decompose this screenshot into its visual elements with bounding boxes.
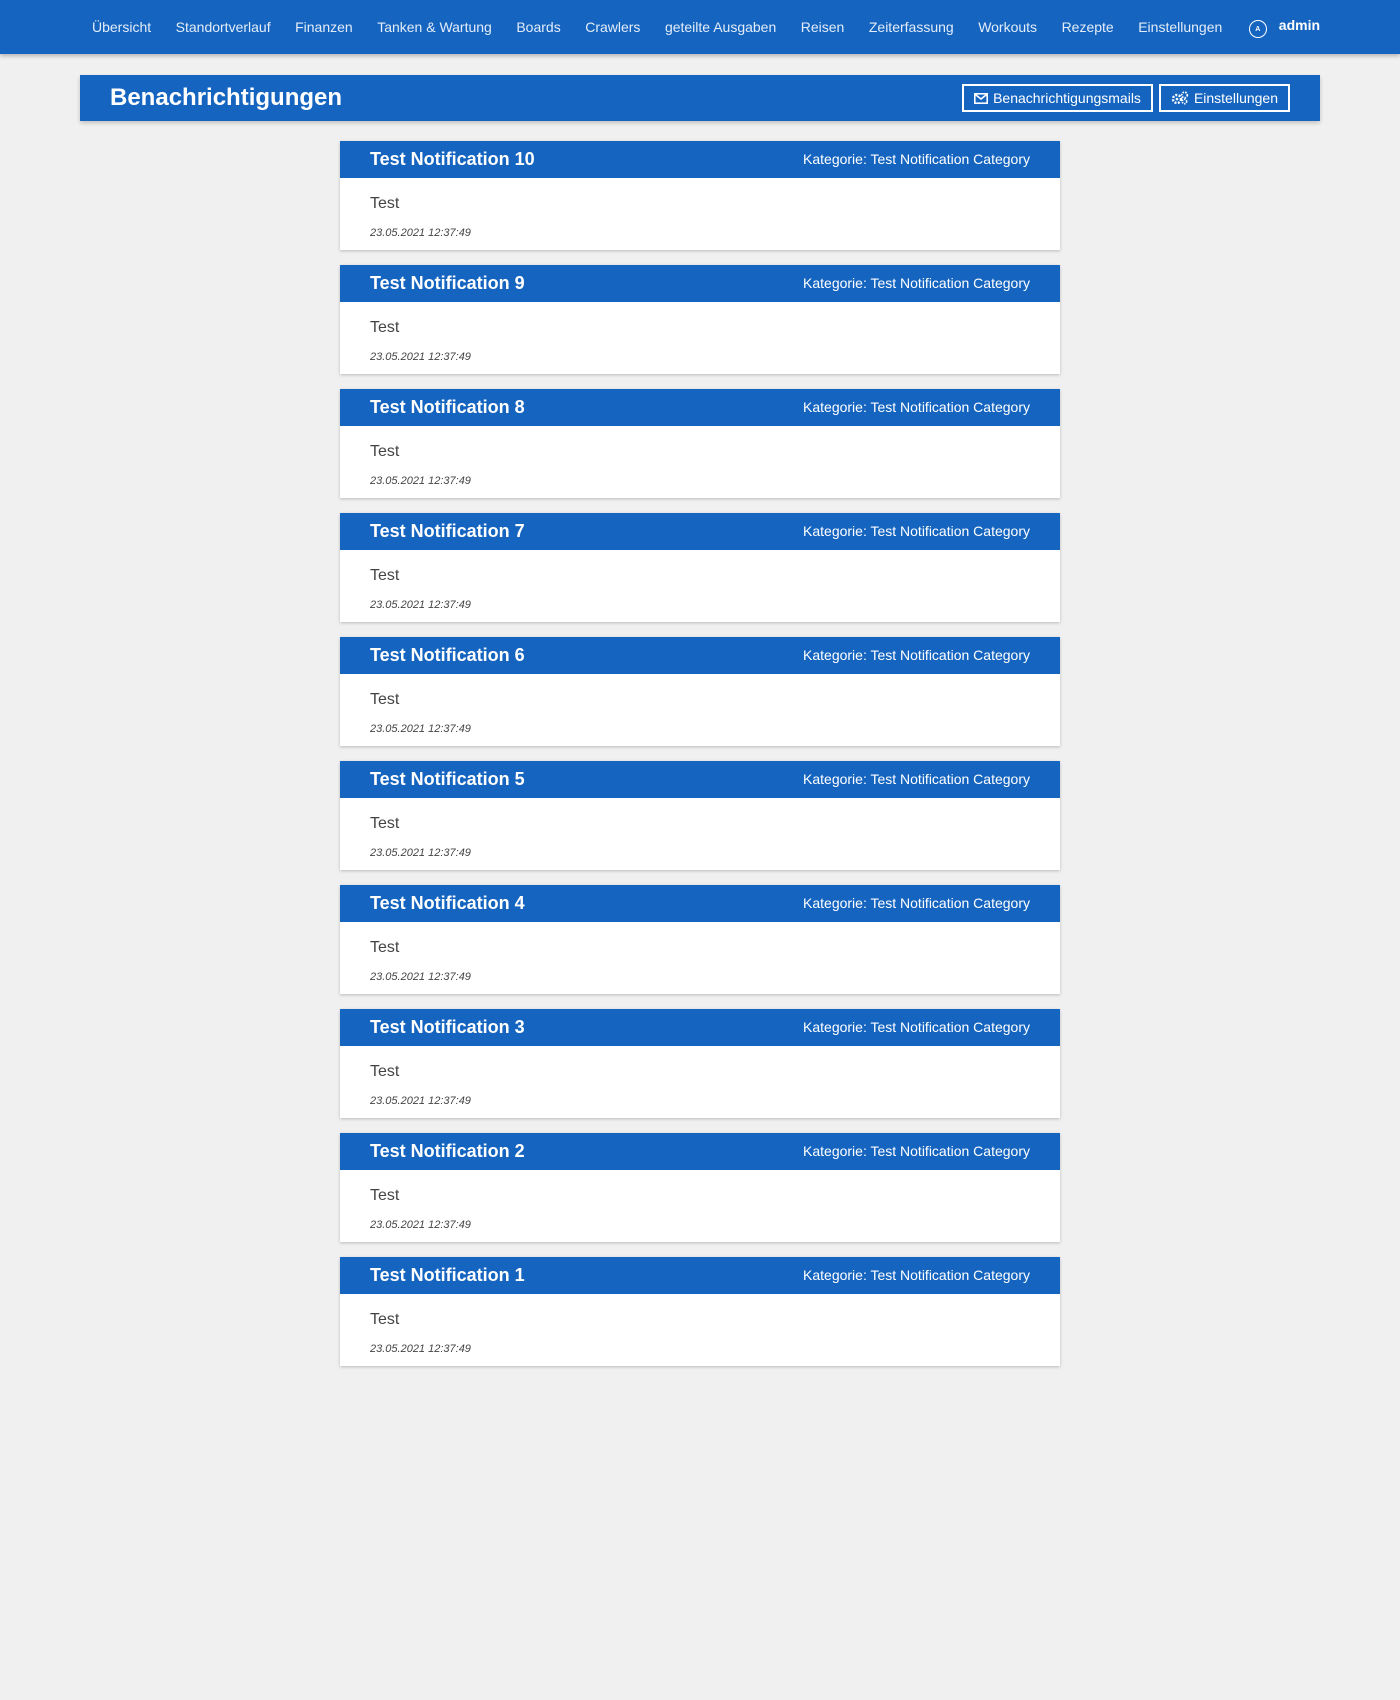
notification-category: Kategorie: Test Notification Category (803, 275, 1030, 291)
notification-title: Test Notification 7 (370, 521, 525, 541)
notification-header: Test Notification 1 Kategorie: Test Noti… (340, 1257, 1060, 1294)
user-circle-icon: A (1248, 20, 1267, 38)
nav-item-reisen[interactable]: Reisen (801, 19, 845, 35)
notification-date: 23.05.2021 12:37:49 (370, 723, 471, 735)
notification-category: Kategorie: Test Notification Category (803, 399, 1030, 415)
notification-category: Kategorie: Test Notification Category (803, 1019, 1030, 1035)
nav-menu: Übersicht Standortverlauf Finanzen Tanke… (92, 0, 1320, 54)
user-name: admin (1278, 17, 1321, 33)
notification-title: Test Notification 3 (370, 1017, 525, 1037)
notification-body: Test 23.05.2021 12:37:49 (340, 178, 1060, 250)
notification-category: Kategorie: Test Notification Category (803, 1143, 1030, 1159)
page-title: Benachrichtigungen (110, 84, 343, 111)
notification-card: Test Notification 10 Kategorie: Test Not… (340, 141, 1060, 250)
settings-label: Einstellungen (1193, 90, 1278, 106)
notification-date: 23.05.2021 12:37:49 (370, 1095, 471, 1107)
notification-header: Test Notification 8 Kategorie: Test Noti… (340, 389, 1060, 426)
notification-date: 23.05.2021 12:37:49 (370, 227, 471, 239)
nav-item-geteilte-ausgaben[interactable]: geteilte Ausgaben (665, 19, 776, 35)
notification-message: Test (370, 443, 400, 460)
notification-message: Test (370, 691, 400, 708)
notification-header: Test Notification 5 Kategorie: Test Noti… (340, 761, 1060, 798)
notification-date: 23.05.2021 12:37:49 (370, 1219, 471, 1231)
nav-item-zeiterfassung[interactable]: Zeiterfassung (869, 19, 954, 35)
notification-header: Test Notification 10 Kategorie: Test Not… (340, 141, 1060, 178)
notification-header: Test Notification 6 Kategorie: Test Noti… (340, 637, 1060, 674)
notification-card: Test Notification 3 Kategorie: Test Noti… (340, 1009, 1060, 1118)
notification-title: Test Notification 10 (370, 149, 535, 169)
notification-title: Test Notification 4 (370, 893, 525, 913)
notification-date: 23.05.2021 12:37:49 (370, 847, 471, 859)
notification-date: 23.05.2021 12:37:49 (370, 351, 471, 363)
nav-item-rezepte[interactable]: Rezepte (1062, 19, 1114, 35)
notification-category: Kategorie: Test Notification Category (803, 1267, 1030, 1283)
nav-item-tanken-wartung[interactable]: Tanken & Wartung (377, 19, 492, 35)
notification-header: Test Notification 3 Kategorie: Test Noti… (340, 1009, 1060, 1046)
notification-message: Test (370, 1187, 400, 1204)
nav-item-boards[interactable]: Boards (516, 19, 560, 35)
header-actions: Benachrichtigungsmails Einstellungen (956, 84, 1290, 112)
notification-title: Test Notification 1 (370, 1265, 525, 1285)
notification-message: Test (370, 1063, 400, 1080)
notification-title: Test Notification 5 (370, 769, 525, 789)
notification-card: Test Notification 8 Kategorie: Test Noti… (340, 389, 1060, 498)
notification-card: Test Notification 9 Kategorie: Test Noti… (340, 265, 1060, 374)
notification-mails-label: Benachrichtigungsmails (993, 90, 1141, 106)
notification-title: Test Notification 6 (370, 645, 525, 665)
nav-item-finanzen[interactable]: Finanzen (295, 19, 353, 35)
notification-message: Test (370, 195, 400, 212)
notification-body: Test 23.05.2021 12:37:49 (340, 922, 1060, 994)
notification-date: 23.05.2021 12:37:49 (370, 1343, 471, 1355)
notification-header: Test Notification 2 Kategorie: Test Noti… (340, 1133, 1060, 1170)
notification-title: Test Notification 8 (370, 397, 525, 417)
notification-message: Test (370, 567, 400, 584)
notification-category: Kategorie: Test Notification Category (803, 523, 1030, 539)
settings-button[interactable]: Einstellungen (1158, 84, 1290, 112)
notification-message: Test (370, 319, 400, 336)
notification-message: Test (370, 1311, 400, 1328)
gears-icon (1171, 91, 1189, 105)
notification-body: Test 23.05.2021 12:37:49 (340, 1170, 1060, 1242)
notification-card: Test Notification 4 Kategorie: Test Noti… (340, 885, 1060, 994)
notification-card: Test Notification 7 Kategorie: Test Noti… (340, 513, 1060, 622)
nav-item-uebersicht[interactable]: Übersicht (92, 19, 151, 35)
notification-body: Test 23.05.2021 12:37:49 (340, 550, 1060, 622)
notification-body: Test 23.05.2021 12:37:49 (340, 674, 1060, 746)
notification-header: Test Notification 7 Kategorie: Test Noti… (340, 513, 1060, 550)
top-navbar: Übersicht Standortverlauf Finanzen Tanke… (0, 0, 1400, 54)
nav-item-einstellungen[interactable]: Einstellungen (1138, 19, 1222, 35)
notification-list: Test Notification 10 Kategorie: Test Not… (340, 141, 1060, 1381)
notification-card: Test Notification 2 Kategorie: Test Noti… (340, 1133, 1060, 1242)
notification-card: Test Notification 6 Kategorie: Test Noti… (340, 637, 1060, 746)
notification-date: 23.05.2021 12:37:49 (370, 599, 471, 611)
nav-item-crawlers[interactable]: Crawlers (585, 19, 640, 35)
notification-body: Test 23.05.2021 12:37:49 (340, 302, 1060, 374)
nav-item-standortverlauf[interactable]: Standortverlauf (176, 19, 271, 35)
notification-card: Test Notification 5 Kategorie: Test Noti… (340, 761, 1060, 870)
notification-body: Test 23.05.2021 12:37:49 (340, 798, 1060, 870)
notification-category: Kategorie: Test Notification Category (803, 771, 1030, 787)
notification-header: Test Notification 9 Kategorie: Test Noti… (340, 265, 1060, 302)
nav-item-workouts[interactable]: Workouts (978, 19, 1037, 35)
notification-date: 23.05.2021 12:37:49 (370, 475, 471, 487)
notification-body: Test 23.05.2021 12:37:49 (340, 1046, 1060, 1118)
notification-body: Test 23.05.2021 12:37:49 (340, 1294, 1060, 1366)
notification-title: Test Notification 9 (370, 273, 525, 293)
notification-header: Test Notification 4 Kategorie: Test Noti… (340, 885, 1060, 922)
notification-category: Kategorie: Test Notification Category (803, 895, 1030, 911)
notification-message: Test (370, 939, 400, 956)
notification-title: Test Notification 2 (370, 1141, 525, 1161)
page-header: Benachrichtigungen Benachrichtigungsmail… (80, 75, 1320, 121)
notification-date: 23.05.2021 12:37:49 (370, 971, 471, 983)
notification-card: Test Notification 1 Kategorie: Test Noti… (340, 1257, 1060, 1366)
notification-category: Kategorie: Test Notification Category (803, 647, 1030, 663)
notification-body: Test 23.05.2021 12:37:49 (340, 426, 1060, 498)
notification-mails-button[interactable]: Benachrichtigungsmails (962, 84, 1153, 112)
notification-message: Test (370, 815, 400, 832)
envelope-icon (974, 92, 989, 104)
user-menu[interactable]: A admin (1248, 16, 1321, 38)
notification-category: Kategorie: Test Notification Category (803, 151, 1030, 167)
